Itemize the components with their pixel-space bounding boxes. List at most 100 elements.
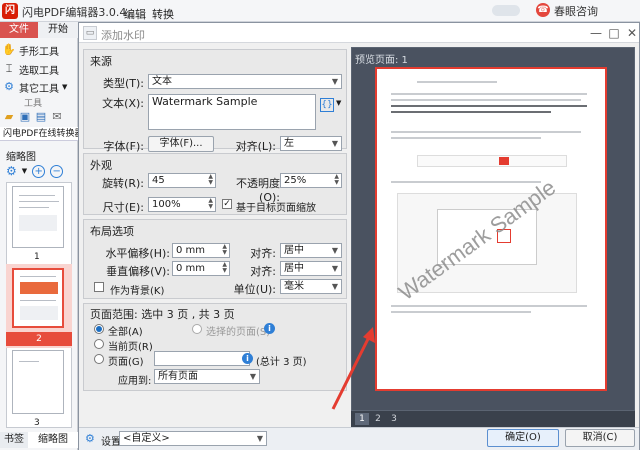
halign-label: 对齐:: [250, 247, 276, 260]
range-selected-label: 选择的页面(S): [206, 327, 271, 338]
size-value: 100%: [152, 199, 181, 210]
range-current-radio[interactable]: [94, 339, 104, 349]
voffset-input[interactable]: 0 mm ▲ ▼: [172, 261, 230, 276]
settings-value: <自定义>: [123, 433, 170, 444]
user-pill[interactable]: [492, 5, 520, 16]
chevron-down-icon: ▼: [331, 77, 338, 86]
scale-checkbox[interactable]: ✓: [222, 199, 232, 209]
total-pages-text: (总计 3 页): [256, 357, 307, 368]
zoom-in-icon[interactable]: +: [32, 164, 46, 178]
halign-select[interactable]: 居中 ▼: [280, 243, 342, 258]
thumbnails-title: 缩略图: [6, 152, 36, 163]
size-label: 尺寸(E):: [102, 201, 144, 214]
settings-gear-icon[interactable]: ⚙: [85, 432, 95, 445]
menu-edit[interactable]: 编辑: [124, 6, 146, 22]
tab-bookmarks[interactable]: 书签: [0, 432, 28, 448]
zoom-out-icon[interactable]: −: [50, 164, 64, 178]
tab-file[interactable]: 文件: [0, 22, 38, 38]
chevron-down-icon[interactable]: ▼: [22, 167, 27, 175]
spin-icon[interactable]: ▲ ▼: [208, 174, 213, 186]
font-button[interactable]: 字体(F)...: [148, 136, 214, 152]
source-panel: 来源 类型(T): 文本 ▼ 文本(X): Watermark Sample {…: [83, 49, 347, 153]
tab-start[interactable]: 开始: [38, 22, 78, 38]
rotate-value: 45: [152, 175, 165, 186]
watermark-dialog: ▭ 添加水印 — □ ✕ 来源 类型(T): 文本 ▼ 文本(X): Water…: [78, 22, 640, 450]
hoffset-value: 0 mm: [176, 245, 206, 256]
layout-panel: 布局选项 水平偏移(H): 0 mm ▲ ▼ 对齐: 居中 ▼ 垂直偏移(V): …: [83, 219, 347, 299]
spin-icon[interactable]: ▲ ▼: [208, 198, 213, 210]
preview-tab-2[interactable]: 2: [371, 413, 385, 425]
size-input[interactable]: 100% ▲ ▼: [148, 197, 216, 212]
appearance-section-label: 外观: [90, 159, 112, 172]
ok-button[interactable]: 确定(O): [487, 429, 559, 447]
valign-select[interactable]: 居中 ▼: [280, 261, 342, 276]
layout-section-label: 布局选项: [90, 225, 134, 238]
range-pages-radio[interactable]: [94, 354, 104, 364]
rotate-label: 旋转(R):: [102, 177, 144, 190]
apply-select[interactable]: 所有页面 ▼: [154, 369, 260, 384]
chevron-down-icon: ▼: [331, 139, 338, 148]
hoffset-label: 水平偏移(H):: [105, 247, 170, 260]
watermark-text-input[interactable]: Watermark Sample: [148, 94, 316, 130]
menu-convert[interactable]: 转换: [152, 6, 174, 22]
background-label: 作为背景(K): [110, 286, 165, 297]
settings-icon[interactable]: ⚙: [6, 164, 17, 178]
headset-icon[interactable]: ☎: [536, 3, 550, 17]
app-title: 闪电PDF编辑器3.0.4: [22, 6, 127, 19]
opacity-input[interactable]: 25% ▲ ▼: [280, 173, 342, 188]
open-folder-icon[interactable]: ▰: [2, 110, 16, 124]
minimize-icon[interactable]: —: [587, 25, 605, 41]
cancel-button[interactable]: 取消(C): [565, 429, 635, 447]
page-thumbnail-1[interactable]: [12, 186, 64, 248]
type-label: 类型(T):: [102, 77, 144, 90]
thumb-toolbar: ⚙ ▼ + −: [6, 164, 64, 178]
preview-tab-1[interactable]: 1: [355, 413, 369, 425]
type-select[interactable]: 文本 ▼: [148, 74, 342, 89]
maximize-icon[interactable]: □: [605, 25, 623, 41]
range-all-radio[interactable]: [94, 324, 104, 334]
preview-tab-3[interactable]: 3: [387, 413, 401, 425]
info-icon[interactable]: i: [264, 323, 275, 334]
unit-select[interactable]: 毫米 ▼: [280, 279, 342, 294]
other-tools[interactable]: ⚙ 其它工具 ▼: [2, 79, 67, 95]
page-thumbnail-2[interactable]: [12, 268, 64, 328]
chevron-down-icon[interactable]: ▼: [336, 99, 341, 107]
font-label: 字体(F):: [103, 140, 144, 153]
mail-icon[interactable]: ✉: [50, 110, 64, 124]
help-link[interactable]: 春眼咨询: [554, 3, 598, 19]
info-icon[interactable]: i: [242, 353, 253, 364]
unit-label: 单位(U):: [233, 283, 276, 296]
print-icon[interactable]: ▤: [34, 110, 48, 124]
range-current-label: 当前页(R): [108, 342, 153, 353]
unit-value: 毫米: [284, 281, 304, 292]
pages-input[interactable]: [154, 351, 250, 366]
rotate-input[interactable]: 45 ▲ ▼: [148, 173, 216, 188]
preview-title: 预览页面: 1: [355, 55, 408, 66]
voffset-value: 0 mm: [176, 263, 206, 274]
type-value: 文本: [152, 76, 172, 87]
range-section-label: 页面范围: 选中 3 页 , 共 3 页: [90, 308, 235, 321]
hand-tool[interactable]: ✋ 手形工具: [2, 42, 59, 58]
tab-thumbnails[interactable]: 缩略图: [28, 432, 78, 448]
close-icon[interactable]: ✕: [623, 25, 640, 41]
page-thumbnail-3[interactable]: [12, 350, 64, 414]
valign-value: 居中: [284, 263, 304, 274]
align-select[interactable]: 左 ▼: [280, 136, 342, 151]
spin-icon[interactable]: ▲ ▼: [222, 262, 227, 274]
apply-value: 所有页面: [158, 371, 198, 382]
insert-variable-icon[interactable]: {}: [320, 98, 334, 112]
spin-icon[interactable]: ▲ ▼: [334, 174, 339, 186]
cursor-icon: ⌶: [5, 62, 13, 75]
settings-select[interactable]: <自定义> ▼: [119, 431, 267, 446]
chevron-down-icon: ▼: [331, 282, 338, 291]
doc-tab[interactable]: 闪电PDF在线转换器: [0, 127, 78, 141]
hoffset-input[interactable]: 0 mm ▲ ▼: [172, 243, 230, 258]
voffset-label: 垂直偏移(V):: [106, 265, 170, 278]
select-tool[interactable]: ⌶ 选取工具: [2, 61, 59, 77]
hand-tool-label: 手形工具: [19, 46, 59, 58]
range-selected-radio[interactable]: [192, 324, 202, 334]
spin-icon[interactable]: ▲ ▼: [222, 244, 227, 256]
background-checkbox[interactable]: [94, 282, 104, 292]
other-tools-label: 其它工具: [19, 83, 59, 95]
save-icon[interactable]: ▣: [18, 110, 32, 124]
